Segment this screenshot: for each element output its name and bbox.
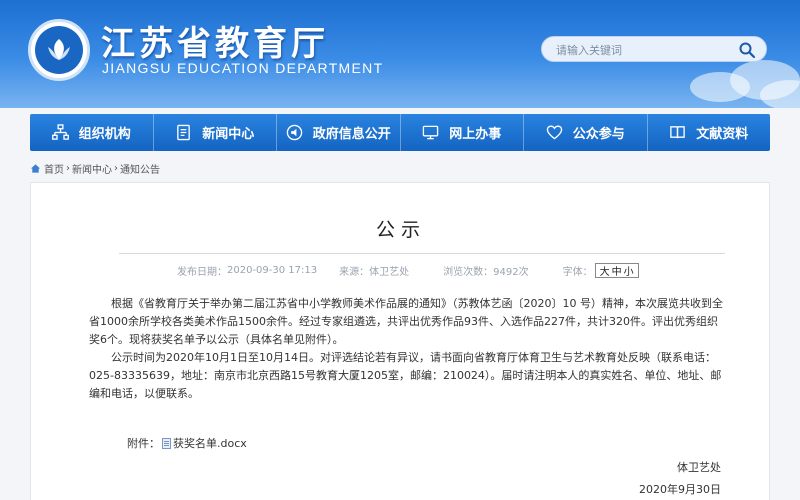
nav-item-online-services[interactable]: 网上办事 (401, 114, 524, 151)
speaker-icon (286, 124, 302, 141)
org-chart-icon (51, 124, 69, 140)
nav-label: 新闻中心 (202, 127, 255, 142)
home-icon (30, 163, 41, 173)
monitor-icon (422, 125, 439, 140)
nav-item-news[interactable]: 新闻中心 (154, 114, 277, 151)
heart-icon (546, 125, 562, 140)
site-header: 江苏省教育厅 JIANGSU EDUCATION DEPARTMENT (0, 0, 800, 108)
breadcrumb-separator: › (66, 162, 70, 174)
article-paragraph: 公示时间为2020年10月1日至10月14日。对评选结论若有异议，请书面向省教育… (89, 351, 722, 400)
meta-date: 2020-09-30 17:13 (227, 264, 318, 276)
article-body: 根据《省教育厅关于举办第二届江苏省中小学教师美术作品展的通知》（苏教体艺函〔20… (89, 295, 723, 403)
breadcrumb-home[interactable]: 首页 (44, 161, 64, 176)
breadcrumb-news-center[interactable]: 新闻中心 (72, 161, 112, 176)
meta-views: 9492次 (493, 266, 529, 278)
search-icon[interactable] (738, 41, 756, 59)
font-size-medium-button[interactable]: 中 (611, 263, 623, 278)
education-department-emblem-icon (35, 26, 83, 74)
title-divider (119, 253, 725, 254)
attachment-row: 附件： 获奖名单.docx (127, 435, 247, 451)
nav-label: 组织机构 (78, 127, 131, 142)
nav-label: 网上办事 (449, 127, 502, 142)
search-input[interactable] (556, 41, 726, 59)
attachment-label: 附件： (127, 437, 160, 450)
meta-source: 体卫艺处 (369, 266, 410, 278)
news-document-icon (177, 124, 191, 141)
meta-font-label: 字体： (562, 266, 593, 278)
breadcrumb-notices[interactable]: 通知公告 (120, 161, 160, 176)
article-meta: 发布日期： 2020-09-30 17:13 来源： 体卫艺处 浏览次数： 94… (119, 261, 725, 279)
breadcrumb: 首页 › 新闻中心 › 通知公告 (30, 160, 160, 176)
signature-date: 2020年9月30日 (639, 483, 721, 496)
meta-date-label: 发布日期： (177, 266, 227, 278)
main-nav: 组织机构 新闻中心 政府信息公开 网上办事 公众参与 文献资料 (30, 114, 770, 151)
signature-department: 体卫艺处 (677, 461, 721, 474)
nav-label: 政府信息公开 (312, 127, 391, 142)
nav-label: 文献资料 (696, 127, 749, 142)
article-title: 公示 (375, 219, 426, 241)
word-document-icon (162, 437, 171, 449)
nav-item-documents[interactable]: 文献资料 (648, 114, 771, 151)
font-size-large-button[interactable]: 大 (599, 263, 611, 278)
article-paragraph: 根据《省教育厅关于举办第二届江苏省中小学教师美术作品展的通知》（苏教体艺函〔20… (89, 297, 723, 346)
breadcrumb-separator: › (114, 162, 118, 174)
nav-label: 公众参与 (572, 127, 625, 142)
site-logo[interactable] (28, 19, 90, 81)
book-icon (670, 126, 686, 139)
site-title-chinese: 江苏省教育厅 (101, 24, 329, 64)
site-title-english: JIANGSU EDUCATION DEPARTMENT (102, 60, 384, 76)
font-size-switcher: 大 中 小 (594, 262, 639, 278)
nav-item-public-participation[interactable]: 公众参与 (524, 114, 648, 151)
attachment-link[interactable]: 获奖名单.docx (173, 435, 247, 451)
meta-source-label: 来源： (339, 266, 370, 278)
meta-views-label: 浏览次数： (443, 266, 494, 278)
nav-item-gov-info[interactable]: 政府信息公开 (277, 114, 401, 151)
nav-item-organization[interactable]: 组织机构 (30, 114, 154, 151)
article-panel: 公示 发布日期： 2020-09-30 17:13 来源： 体卫艺处 浏览次数：… (30, 182, 770, 500)
font-size-small-button[interactable]: 小 (623, 263, 635, 278)
search-box (541, 36, 767, 62)
